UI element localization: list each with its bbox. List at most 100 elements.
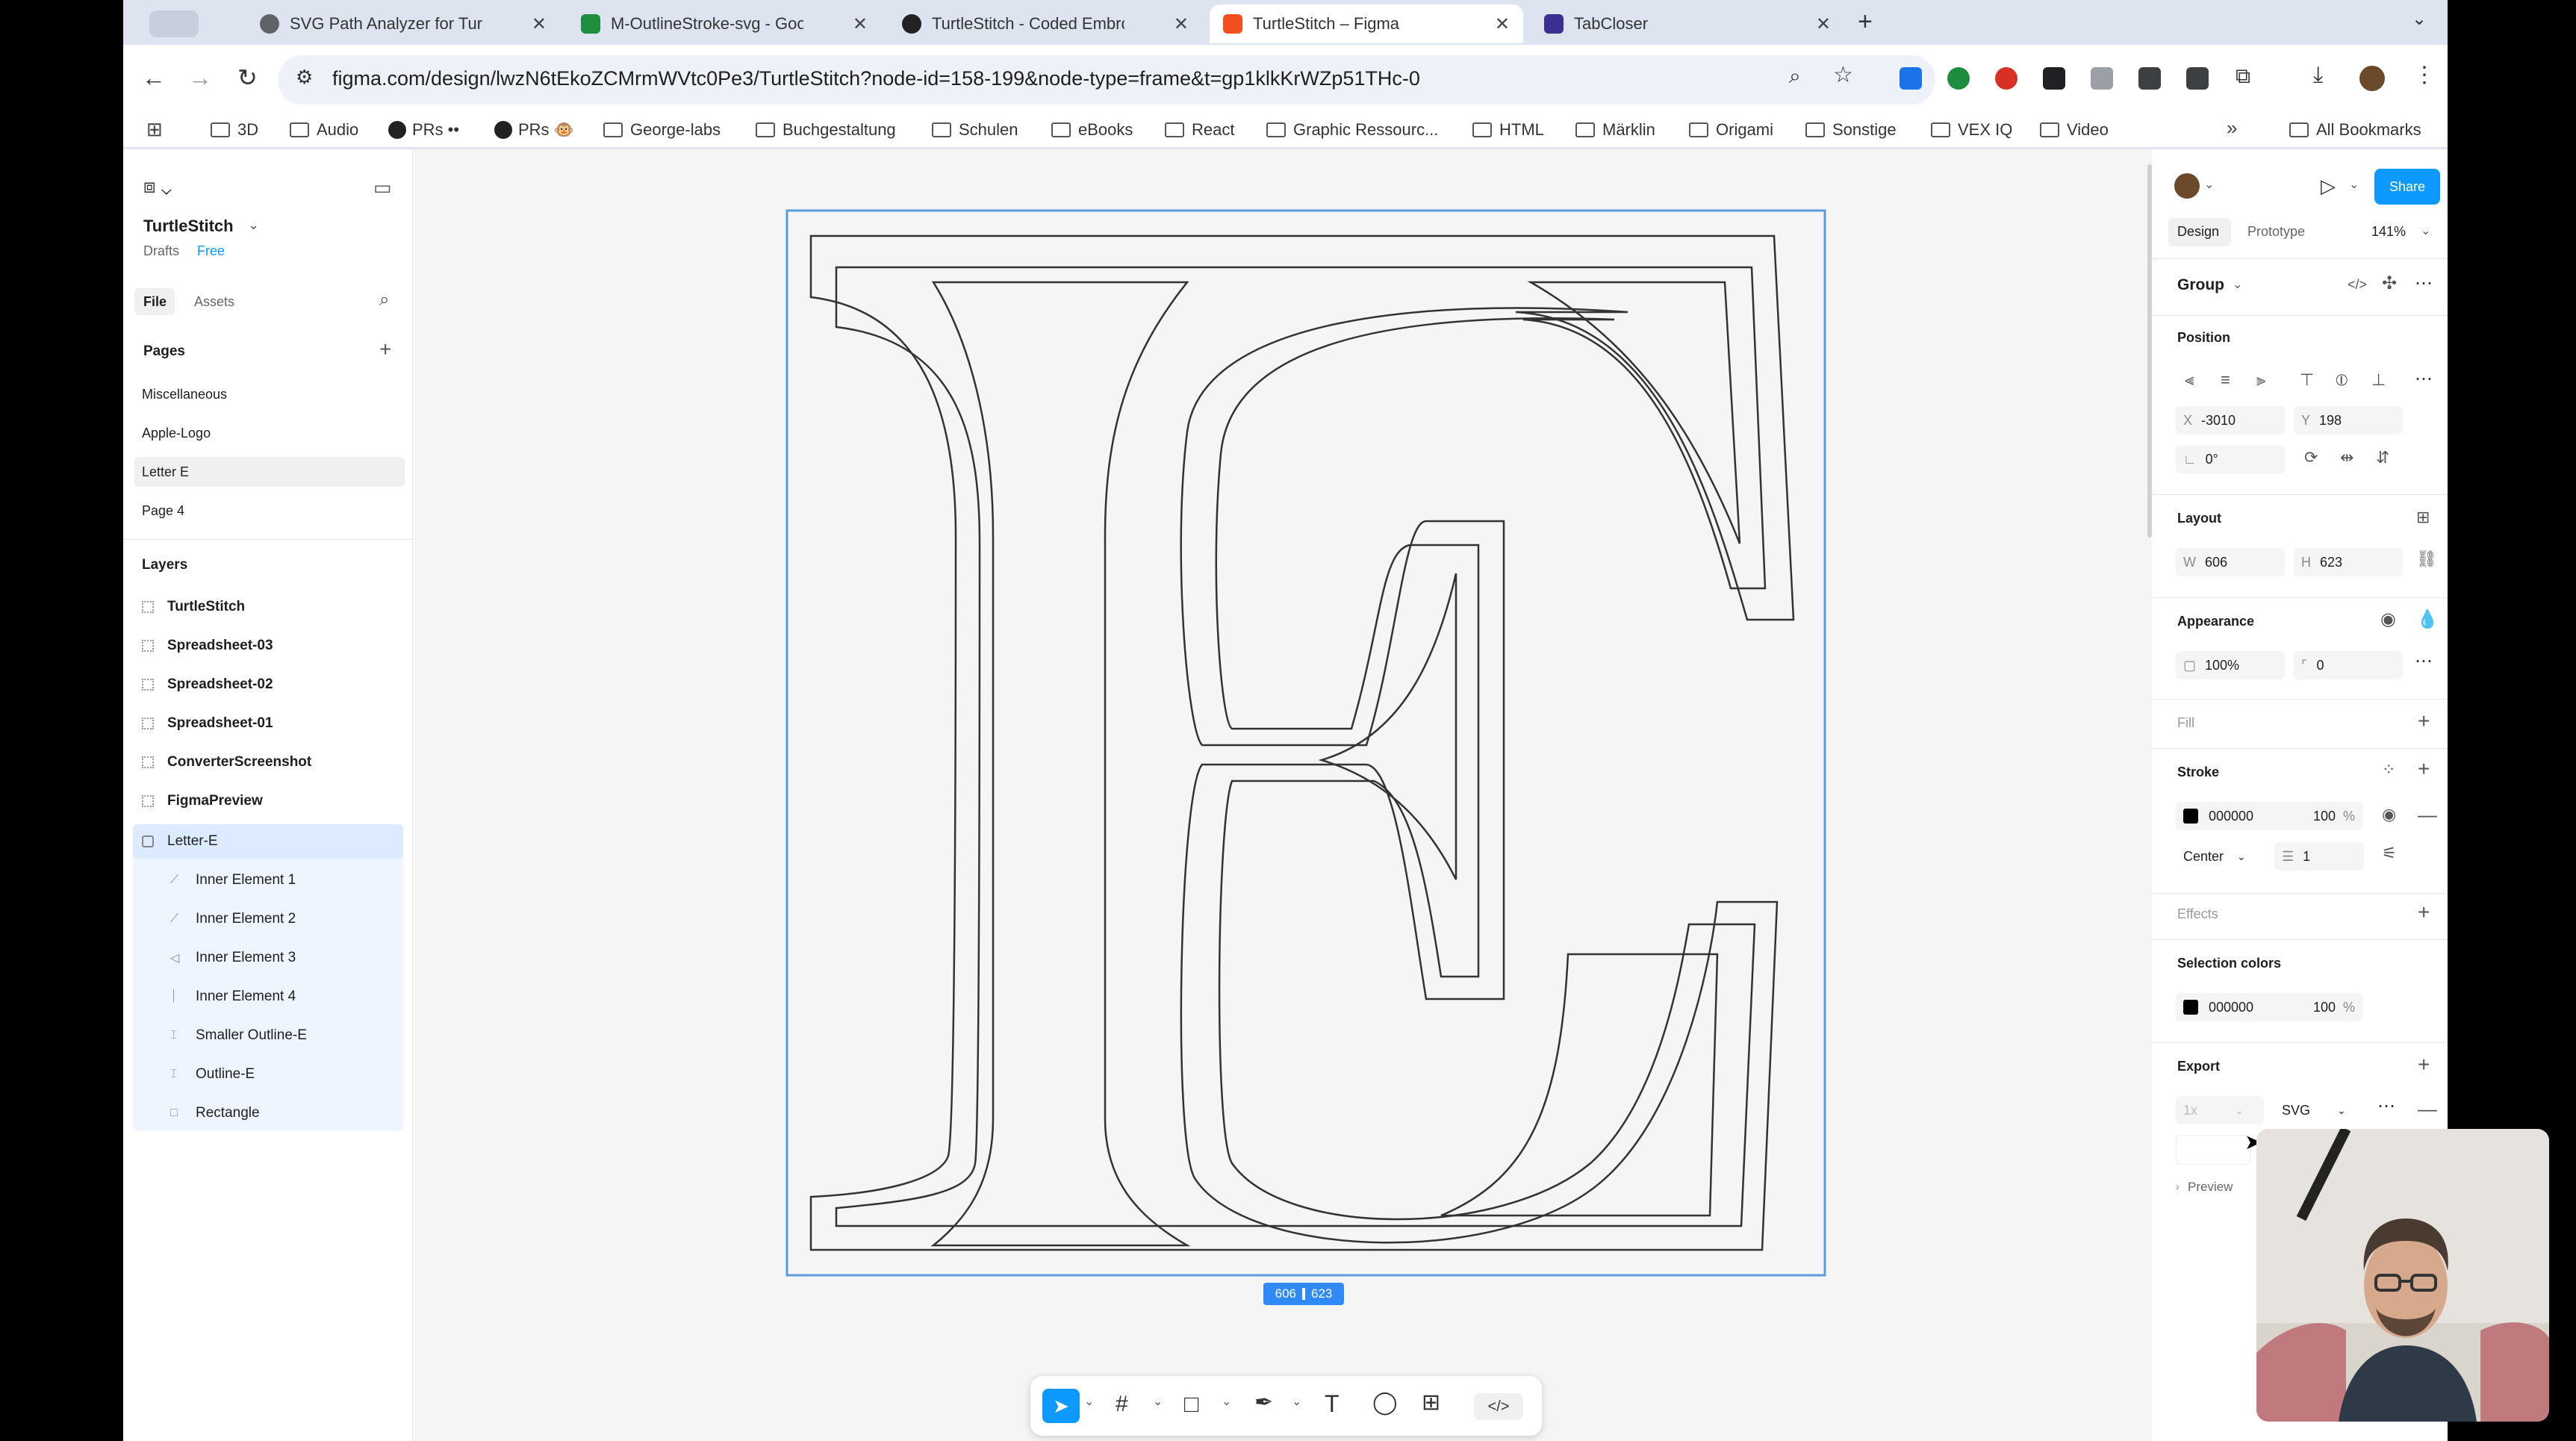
page-item-apple-logo[interactable]: Apple-Logo bbox=[142, 426, 211, 441]
all-bookmarks[interactable]: All Bookmarks bbox=[2289, 118, 2421, 142]
remove-export-icon[interactable]: — bbox=[2418, 1099, 2437, 1118]
user-avatar[interactable] bbox=[2174, 173, 2200, 199]
extension-icon-5[interactable] bbox=[2091, 67, 2113, 90]
extension-icon-6[interactable] bbox=[2138, 67, 2161, 90]
y-position-field[interactable]: Y 198 bbox=[2294, 406, 2403, 435]
bookmark-audio[interactable]: Audio bbox=[290, 118, 358, 142]
move-tool-chevron-icon[interactable]: ⌄ bbox=[1084, 1396, 1094, 1408]
bookmark-react[interactable]: React bbox=[1165, 118, 1234, 142]
layer-inner-element-2[interactable]: ⟋ Inner Element 2 bbox=[133, 902, 403, 936]
selection-color-field[interactable]: 000000 100 % bbox=[2176, 993, 2362, 1021]
stroke-width-field[interactable]: ☰ 1 bbox=[2274, 842, 2364, 871]
bookmark-html[interactable]: HTML bbox=[1472, 118, 1544, 142]
visibility-eye-icon[interactable]: ◉ bbox=[2380, 611, 2396, 629]
bookmark-sonstige[interactable]: Sonstige bbox=[1805, 118, 1897, 142]
export-format-select[interactable]: SVG ⌄ bbox=[2274, 1096, 2358, 1124]
more-bookmarks-icon[interactable]: » bbox=[2227, 118, 2237, 137]
page-item-miscellaneous[interactable]: Miscellaneous bbox=[142, 387, 227, 402]
more-align-icon[interactable]: ⋯ bbox=[2415, 370, 2433, 388]
selection-type-chevron-icon[interactable]: ⌄ bbox=[2233, 279, 2242, 291]
more-appearance-icon[interactable]: ⋯ bbox=[2415, 653, 2433, 670]
extension-icon-7[interactable] bbox=[2186, 67, 2209, 90]
constrain-proportions-icon[interactable]: ⛓ bbox=[2416, 551, 2437, 567]
comment-tool-icon[interactable]: ◯ bbox=[1372, 1392, 1398, 1414]
export-scale-select[interactable]: 1x ⌄ bbox=[2176, 1096, 2264, 1124]
close-icon[interactable]: ✕ bbox=[853, 13, 868, 35]
more-options-icon[interactable]: ⋯ bbox=[2415, 275, 2433, 293]
present-play-icon[interactable]: ▷ bbox=[2321, 176, 2336, 196]
layer-spreadsheet-01[interactable]: Spreadsheet-01 bbox=[133, 706, 403, 741]
close-icon[interactable]: ✕ bbox=[1495, 13, 1510, 35]
dev-mode-toggle[interactable]: </> bbox=[1474, 1393, 1523, 1420]
bookmark-graphic-ressourcen[interactable]: Graphic Ressourc... bbox=[1266, 118, 1438, 142]
resources-tool-icon[interactable]: ⊞ bbox=[1422, 1392, 1440, 1414]
rectangle-tool-icon[interactable]: □ bbox=[1184, 1392, 1198, 1416]
bookmark-buchgestaltung[interactable]: Buchgestaltung bbox=[756, 118, 896, 142]
tab-assets[interactable]: Assets bbox=[194, 294, 234, 310]
tab-svg-path-analyzer[interactable]: SVG Path Analyzer for Turtle ✕ bbox=[246, 4, 560, 43]
align-center-v-icon[interactable]: ⦶ bbox=[2336, 372, 2348, 388]
align-top-icon[interactable]: ⊤ bbox=[2300, 372, 2314, 388]
chevron-down-icon[interactable]: ⌄ bbox=[248, 218, 259, 231]
rotate-icon[interactable]: ⟳ bbox=[2304, 449, 2318, 466]
layer-spreadsheet-02[interactable]: Spreadsheet-02 bbox=[133, 667, 403, 702]
stroke-align-select[interactable]: Center ⌄ bbox=[2176, 842, 2259, 871]
zoom-level[interactable]: 141% bbox=[2371, 224, 2406, 240]
share-button[interactable]: Share bbox=[2374, 169, 2440, 205]
close-icon[interactable]: ✕ bbox=[532, 13, 547, 35]
avatar-chevron-icon[interactable]: ⌄ bbox=[2204, 179, 2214, 191]
move-tool-button[interactable]: ➤ bbox=[1042, 1389, 1080, 1423]
site-settings-icon[interactable]: ⚙ bbox=[296, 67, 313, 87]
auto-layout-icon[interactable]: ⊞ bbox=[2416, 509, 2430, 526]
height-field[interactable]: H 623 bbox=[2294, 548, 2403, 576]
menu-kebab-icon[interactable]: ⋮ bbox=[2413, 64, 2436, 87]
close-icon[interactable]: ✕ bbox=[1816, 13, 1831, 35]
layer-smaller-outline-e[interactable]: ⌶ Smaller Outline-E bbox=[133, 1018, 403, 1053]
bookmark-vex-iq[interactable]: VEX IQ bbox=[1931, 118, 2012, 142]
layer-spreadsheet-03[interactable]: Spreadsheet-03 bbox=[133, 629, 403, 663]
new-tab-icon[interactable]: + bbox=[1858, 9, 1873, 34]
extension-icon-3[interactable] bbox=[1995, 67, 2017, 90]
tab-turtlestitch-github[interactable]: TurtleStitch - Coded Embroid ✕ bbox=[889, 4, 1202, 43]
selection-type[interactable]: Group bbox=[2177, 276, 2224, 294]
reload-icon[interactable]: ↻ bbox=[237, 66, 258, 90]
remove-stroke-icon[interactable]: — bbox=[2418, 805, 2437, 824]
bookmark-schulen[interactable]: Schulen bbox=[932, 118, 1018, 142]
letter-e-artwork[interactable] bbox=[784, 208, 1828, 1278]
layer-inner-element-4[interactable]: ⏐ Inner Element 4 bbox=[133, 980, 403, 1014]
close-icon[interactable]: ✕ bbox=[1174, 13, 1189, 35]
layer-figmapreview[interactable]: FigmaPreview bbox=[133, 784, 403, 818]
extension-icon-2[interactable] bbox=[1947, 67, 1970, 90]
tab-outlinestroke-sheet[interactable]: M-OutlineStroke-svg - Googl ✕ bbox=[567, 4, 881, 43]
profile-avatar[interactable] bbox=[2359, 66, 2385, 91]
bookmark-maerklin[interactable]: Märklin bbox=[1575, 118, 1655, 142]
bookmark-prs-1[interactable]: PRs •• bbox=[388, 118, 459, 142]
flip-vertical-icon[interactable]: ⇵ bbox=[2376, 449, 2389, 466]
opacity-field[interactable]: ▢ 100% bbox=[2176, 651, 2285, 679]
code-icon[interactable]: </> bbox=[2348, 278, 2367, 291]
corner-radius-field[interactable]: ⌜ 0 bbox=[2294, 651, 2403, 679]
add-page-icon[interactable]: + bbox=[379, 339, 391, 360]
bookmark-prs-2[interactable]: PRs 🐵 bbox=[494, 118, 574, 142]
stroke-settings-icon[interactable]: ⚟ bbox=[2382, 845, 2397, 862]
stroke-color-field[interactable]: 000000 100 % bbox=[2176, 802, 2362, 830]
align-left-icon[interactable]: ⫷ bbox=[2185, 372, 2194, 388]
tab-search-button[interactable] bbox=[149, 10, 199, 37]
url-text[interactable]: figma.com/design/lwzN6tEkoZCMrmWVtc0Pe3/… bbox=[332, 67, 1420, 90]
extension-icon-1[interactable] bbox=[1900, 67, 1922, 90]
frame-tool-icon[interactable]: # bbox=[1116, 1393, 1128, 1416]
align-right-icon[interactable]: ⫸ bbox=[2256, 372, 2265, 388]
figma-menu-icon[interactable]: ⧈ ⌄ bbox=[143, 176, 172, 196]
layer-turtlestitch[interactable]: TurtleStitch bbox=[133, 590, 403, 624]
file-name[interactable]: TurtleStitch bbox=[143, 217, 234, 236]
layer-letter-e[interactable]: Letter-E bbox=[133, 824, 403, 859]
layer-inner-element-1[interactable]: ⟋ Inner Element 1 bbox=[133, 863, 403, 897]
layer-inner-element-3[interactable]: ◁ Inner Element 3 bbox=[133, 941, 403, 975]
x-position-field[interactable]: X -3010 bbox=[2176, 406, 2285, 435]
back-icon[interactable]: ← bbox=[142, 66, 166, 90]
blend-mode-icon[interactable]: 💧 bbox=[2416, 611, 2439, 629]
stroke-styles-icon[interactable]: ⁘ bbox=[2382, 762, 2395, 778]
layer-outline-e[interactable]: ⌶ Outline-E bbox=[133, 1057, 403, 1092]
sidebar-toggle-icon[interactable]: ▭ bbox=[373, 178, 392, 197]
add-stroke-icon[interactable]: + bbox=[2418, 759, 2430, 779]
